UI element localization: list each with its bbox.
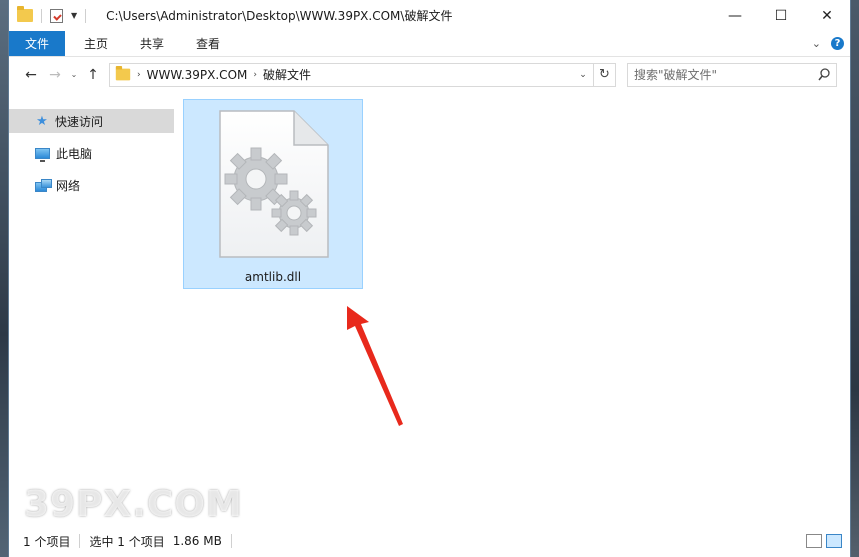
sidebar-item-network[interactable]: 网络 (9, 173, 174, 197)
selected-size: 1.86 MB (172, 534, 222, 548)
tab-share[interactable]: 共享 (127, 31, 177, 56)
help-icon[interactable]: ? (831, 37, 844, 50)
breadcrumb-chevron-icon[interactable]: › (137, 70, 141, 80)
forward-button[interactable]: → (43, 63, 67, 87)
status-bar: 1 个项目 选中 1 个项目 1.86 MB (9, 525, 850, 557)
desktop-background-right (851, 0, 859, 557)
pc-icon (35, 147, 50, 162)
back-button[interactable]: ← (19, 63, 43, 87)
address-row: ← → ⌄ ↑ › WWW.39PX.COM › 破解文件 ⌄ ↻ (9, 57, 850, 92)
view-toggle (806, 534, 842, 548)
search-box[interactable] (627, 62, 837, 87)
red-arrow-annotation (347, 306, 403, 426)
tab-view[interactable]: 查看 (183, 31, 233, 56)
address-bar[interactable]: › WWW.39PX.COM › 破解文件 ⌄ (109, 62, 594, 87)
up-button[interactable]: ↑ (81, 63, 105, 87)
large-icons-view-icon[interactable] (826, 534, 842, 548)
customize-toolbar-dropdown-icon[interactable]: ▼ (71, 11, 77, 20)
breadcrumb-item[interactable]: 破解文件 (263, 66, 311, 83)
sidebar-item-label: 此电脑 (56, 146, 93, 161)
sidebar-item-label: 快速访问 (55, 114, 104, 129)
folder-icon (17, 6, 33, 22)
breadcrumb-item[interactable]: WWW.39PX.COM (147, 68, 248, 82)
minimize-button[interactable]: — (712, 0, 758, 31)
dll-file-icon (219, 110, 329, 258)
ribbon-controls: ⌄ ? (812, 31, 850, 56)
sidebar-item-label: 网络 (56, 178, 81, 193)
toolbar-divider (41, 8, 42, 23)
tab-home[interactable]: 主页 (71, 31, 121, 56)
star-icon: ★ (36, 113, 48, 129)
file-list[interactable]: amtlib.dll (174, 92, 850, 525)
close-button[interactable]: ✕ (804, 0, 850, 31)
sidebar-item-this-pc[interactable]: 此电脑 (9, 141, 174, 165)
window-controls: — ☐ ✕ (712, 0, 850, 31)
main-area: ★ 快速访问 此电脑 网络 amtlib.dll (9, 92, 850, 525)
toolbar-divider (85, 8, 87, 23)
address-dropdown-icon[interactable]: ⌄ (573, 64, 593, 86)
details-view-icon[interactable] (806, 534, 822, 548)
window-title: C:\Users\Administrator\Desktop\WWW.39PX.… (106, 9, 453, 23)
recent-locations-dropdown-icon[interactable]: ⌄ (67, 63, 81, 87)
explorer-window: ▼ C:\Users\Administrator\Desktop\WWW.39P… (8, 0, 851, 557)
desktop-background (0, 0, 8, 557)
search-input[interactable] (634, 67, 814, 82)
folder-icon (115, 65, 131, 81)
file-item[interactable]: amtlib.dll (183, 99, 363, 289)
tab-file[interactable]: 文件 (9, 31, 65, 56)
maximize-button[interactable]: ☐ (758, 0, 804, 31)
refresh-button[interactable]: ↻ (594, 62, 616, 87)
sidebar-item-quick-access[interactable]: ★ 快速访问 (9, 109, 174, 133)
selected-count: 选中 1 个项目 (89, 534, 165, 549)
status-divider (230, 534, 232, 548)
title-bar[interactable]: ▼ C:\Users\Administrator\Desktop\WWW.39P… (9, 0, 850, 31)
properties-icon[interactable] (50, 8, 63, 23)
navigation-pane: ★ 快速访问 此电脑 网络 (9, 92, 174, 525)
quick-access-toolbar: ▼ (9, 6, 90, 23)
network-icon (35, 179, 52, 192)
ribbon-tabs: 文件 主页 共享 查看 ⌄ ? (9, 31, 850, 57)
search-icon (818, 67, 830, 80)
expand-ribbon-chevron-icon[interactable]: ⌄ (812, 37, 821, 50)
file-name: amtlib.dll (244, 270, 302, 284)
breadcrumb-chevron-icon[interactable]: › (253, 70, 257, 80)
item-count: 1 个项目 (23, 534, 71, 549)
status-divider (79, 534, 81, 548)
